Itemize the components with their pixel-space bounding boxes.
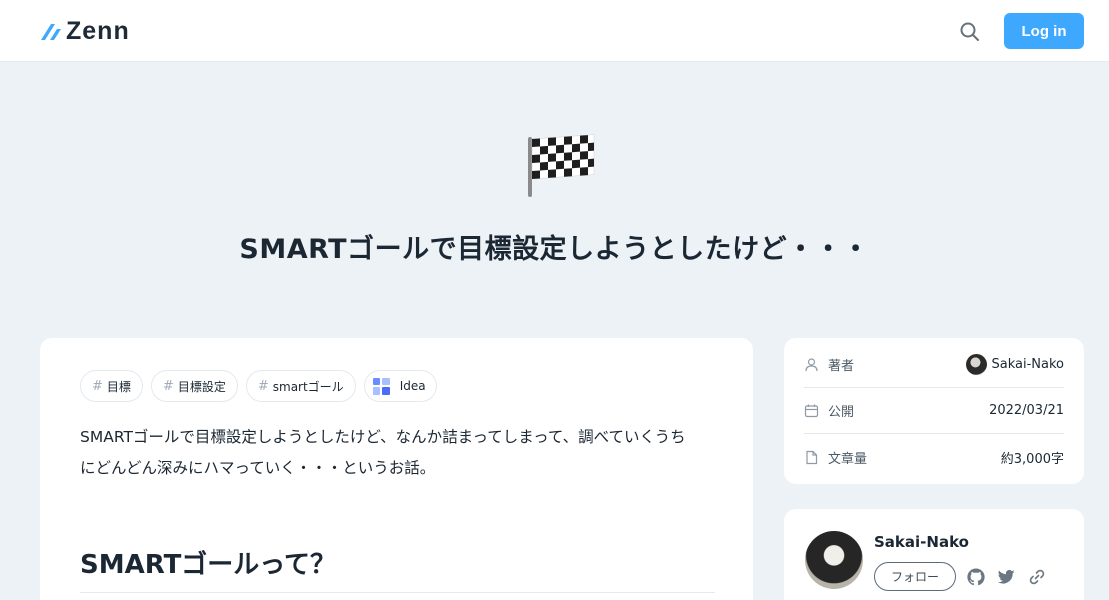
info-value: 約3,000字 <box>1000 451 1064 467</box>
topic-label: smartゴール <box>272 379 344 394</box>
checkered-flag-icon <box>528 134 595 197</box>
logo-text: Zenn <box>66 17 130 45</box>
article-title: SMARTゴールで目標設定しようとしたけど・・・ <box>239 234 870 265</box>
hash-icon: # <box>162 378 174 394</box>
article-lead: SMARTゴールで目標設定しようとしたけど、なんか詰まってしまって、調べていくう… <box>80 422 720 484</box>
author-card: Sakai-Nako フォロー <box>784 509 1084 600</box>
topic-list: # 目標 # 目標設定 # smartゴール Idea <box>80 370 437 402</box>
zenn-logo[interactable]: Zenn <box>40 18 130 44</box>
site-header: Zenn Log in <box>0 0 1109 62</box>
author-link[interactable]: Sakai-Nako <box>965 354 1065 375</box>
link-icon[interactable] <box>1027 567 1047 587</box>
lead-line: にどんどん深みにハマっていく・・・というお話。 <box>80 459 436 477</box>
twitter-icon[interactable] <box>996 567 1016 587</box>
topic-label: 目標設定 <box>177 379 226 394</box>
article-info-card: 著者 Sakai-Nako 公開 2022/03/21 文章量 約3,000字 <box>784 338 1084 484</box>
topic-tag-mokuhyo[interactable]: # 目標 <box>80 370 143 402</box>
hash-icon: # <box>257 378 269 394</box>
idea-icon <box>372 377 390 395</box>
topic-label: 目標 <box>106 379 131 394</box>
topic-tag-idea[interactable]: Idea <box>363 370 437 402</box>
calendar-icon <box>804 404 819 418</box>
info-value: 2022/03/21 <box>989 403 1064 418</box>
github-icon[interactable] <box>966 567 986 587</box>
info-label: 文章量 <box>828 451 868 467</box>
avatar <box>965 354 987 375</box>
avatar[interactable] <box>805 531 863 589</box>
topic-label: Idea <box>399 379 426 393</box>
info-label: 著者 <box>828 359 855 374</box>
info-row-author: 著者 Sakai-Nako <box>804 342 1064 388</box>
heading-divider <box>80 592 715 593</box>
section-heading: SMARTゴールって？ <box>80 550 337 580</box>
search-icon[interactable] <box>958 20 982 44</box>
user-icon <box>805 358 818 372</box>
zenn-logo-icon <box>41 24 61 40</box>
follow-button[interactable]: フォロー <box>874 562 956 591</box>
info-label: 公開 <box>828 405 855 420</box>
login-button[interactable]: Log in <box>1004 13 1084 49</box>
topic-tag-mokuhyo-settei[interactable]: # 目標設定 <box>150 370 238 402</box>
info-row-length: 文章量 約3,000字 <box>804 434 1064 480</box>
info-row-published: 公開 2022/03/21 <box>804 388 1064 434</box>
lead-line: SMARTゴールで目標設定しようとしたけど、なんか詰まってしまって、調べていくう… <box>80 428 686 446</box>
author-name[interactable]: Sakai-Nako <box>874 533 969 551</box>
article-body-card: # 目標 # 目標設定 # smartゴール Idea SMARTゴールで目標設… <box>40 338 753 600</box>
info-value: Sakai-Nako <box>991 357 1065 372</box>
document-icon <box>806 450 818 464</box>
topic-tag-smart-goal[interactable]: # smartゴール <box>245 370 356 402</box>
hash-icon: # <box>92 378 103 394</box>
